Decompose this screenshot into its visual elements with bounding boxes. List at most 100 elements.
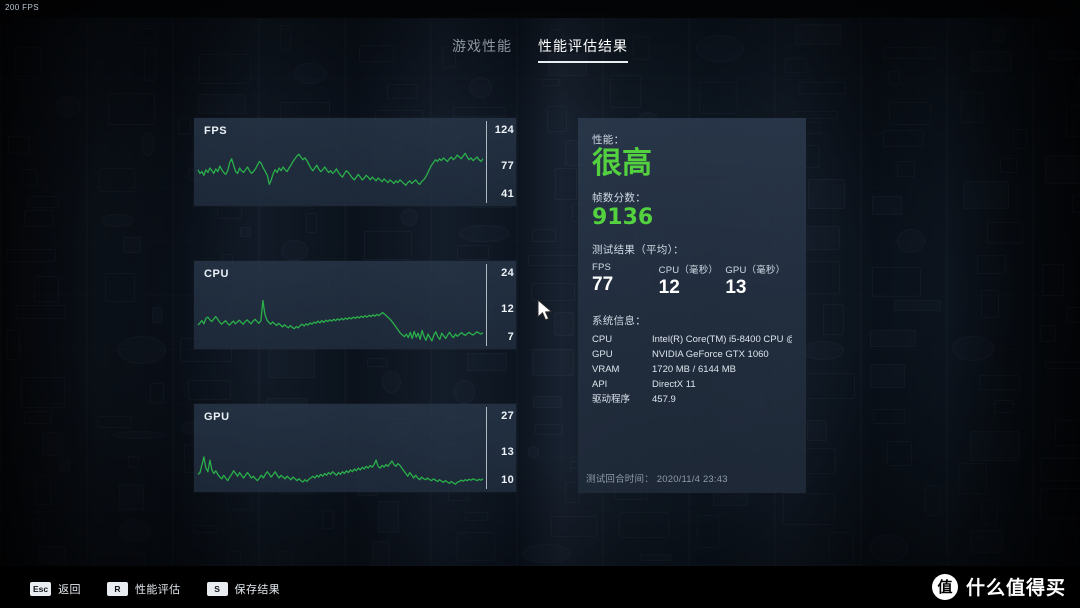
average-results-title: 测试结果（平均）： xyxy=(592,243,684,256)
wall-glyph xyxy=(534,423,564,436)
fps-counter: 200 FPS xyxy=(5,3,39,12)
wall-glyph xyxy=(829,532,854,566)
hint-back-label: 返回 xyxy=(58,583,81,596)
wall-glyph xyxy=(27,195,59,208)
wall-glyph xyxy=(1075,531,1080,549)
watermark-logo-icon: 值 xyxy=(931,573,958,600)
watermark: 值 什么值得买 xyxy=(931,573,1066,600)
wall-glyph xyxy=(305,213,318,233)
system-info-row-api: API DirectX 11 xyxy=(592,377,792,392)
wall-glyph xyxy=(699,81,739,115)
wall-glyph xyxy=(872,195,903,215)
wall-glyph xyxy=(1054,419,1080,446)
wall-glyph xyxy=(783,492,835,526)
chart-gpu-axis xyxy=(486,407,487,489)
wall-glyph xyxy=(1044,155,1080,185)
wall-glyph xyxy=(452,106,506,117)
wall-glyph xyxy=(293,62,328,85)
average-cpu-value: 12 xyxy=(658,276,680,298)
wall-glyph xyxy=(122,236,142,254)
system-info-value-vram: 1720 MB / 6144 MB xyxy=(652,363,736,375)
wall-glyph xyxy=(528,446,540,458)
system-info-value-driver: 457.9 xyxy=(652,393,676,405)
average-fps-value: 77 xyxy=(592,273,614,295)
hint-back[interactable]: Esc 返回 xyxy=(30,581,81,597)
wall-glyph xyxy=(1072,195,1080,214)
wall-glyph xyxy=(1012,128,1028,149)
wall-glyph xyxy=(882,130,924,147)
wall-glyph xyxy=(555,168,578,200)
wall-glyph xyxy=(41,432,64,456)
wall-glyph xyxy=(981,498,998,525)
wall-glyph xyxy=(639,553,671,562)
chart-fps: FPS 124 77 41 xyxy=(194,118,516,206)
wall-glyph-column xyxy=(6,18,80,566)
chart-gpu: GPU 27 13 10 xyxy=(194,404,516,492)
wall-glyph xyxy=(150,383,165,403)
wall-glyph xyxy=(801,341,845,360)
wall-glyph xyxy=(268,347,316,379)
wall-glyph xyxy=(105,273,136,302)
score-label: 帧数分数： xyxy=(592,191,646,204)
background-wall xyxy=(0,18,1080,581)
mouse-cursor-icon xyxy=(537,299,553,321)
chart-cpu: CPU 24 12 7 xyxy=(194,261,516,349)
wall-glyph xyxy=(925,485,942,516)
wall-glyph xyxy=(978,375,1021,390)
system-info-row-cpu: CPU Intel(R) Core(TM) i5-8400 CPU @ 2...… xyxy=(592,332,792,347)
chart-gpu-plot xyxy=(197,456,484,485)
tab-benchmark-results[interactable]: 性能评估结果 xyxy=(538,36,628,63)
wall-glyph xyxy=(107,92,156,126)
key-s: S xyxy=(206,582,228,596)
wall-glyph xyxy=(530,282,575,301)
wall-glyph xyxy=(23,410,53,424)
average-results-row: FPS 77 CPU（毫秒） 12 GPU（毫秒） 13 xyxy=(592,262,792,299)
wall-glyph xyxy=(1000,158,1017,174)
system-info-key-cpu: CPU xyxy=(592,333,613,345)
average-fps-key: FPS xyxy=(592,261,612,273)
average-fps: FPS 77 xyxy=(592,262,659,299)
wall-glyph-column xyxy=(866,18,942,566)
system-info-key-driver: 驱动程序 xyxy=(592,393,631,405)
wall-glyph xyxy=(822,304,845,335)
wall-glyph xyxy=(37,546,66,564)
wall-glyph xyxy=(550,516,598,538)
system-info-value-api: DirectX 11 xyxy=(652,378,696,390)
wall-glyph xyxy=(140,132,155,156)
average-cpu: CPU（毫秒） 12 xyxy=(659,262,726,299)
system-info-key-vram: VRAM xyxy=(592,363,620,375)
average-gpu-key: GPU（毫秒） xyxy=(725,264,786,276)
top-letterbox xyxy=(0,0,1080,18)
tab-bar: 游戏性能 性能评估结果 xyxy=(0,36,1080,63)
wall-glyph xyxy=(522,543,571,564)
chart-gpu-tick-max: 27 xyxy=(501,410,514,422)
wall-glyph xyxy=(96,416,133,428)
wall-glyph xyxy=(980,290,1000,318)
system-info-row-driver: 驱动程序 457.9 xyxy=(592,392,792,407)
wall-glyph xyxy=(873,409,906,424)
tab-game-performance[interactable]: 游戏性能 xyxy=(452,36,512,63)
average-cpu-key: CPU（毫秒） xyxy=(658,264,719,276)
benchmark-timestamp: 测试回合时间： 2020/11/4 23:43 xyxy=(586,471,728,485)
wall-glyph xyxy=(464,511,488,522)
wall-glyph xyxy=(239,226,252,237)
wall-glyph xyxy=(957,463,987,495)
wall-glyph xyxy=(528,255,579,267)
wall-glyph xyxy=(896,160,916,178)
wall-glyph xyxy=(800,226,840,250)
wall-glyph xyxy=(531,349,574,376)
system-info-row-gpu: GPU NVIDIA GeForce GTX 1060 xyxy=(592,347,792,362)
wall-glyph xyxy=(453,379,476,405)
wall-glyph xyxy=(128,455,139,468)
wall-glyph xyxy=(869,533,909,563)
hint-run-benchmark-label: 性能评估 xyxy=(134,583,181,596)
wall-glyph xyxy=(381,370,401,394)
wall-glyph xyxy=(456,244,489,261)
hint-save-results[interactable]: S 保存结果 xyxy=(206,581,281,597)
wall-glyph xyxy=(112,431,166,439)
system-info-key-gpu: GPU xyxy=(592,348,613,360)
hint-run-benchmark[interactable]: R 性能评估 xyxy=(106,581,181,597)
wall-glyph xyxy=(619,511,669,539)
wall-glyph xyxy=(969,530,1004,554)
key-hints: Esc 返回 R 性能评估 S 保存结果 xyxy=(30,581,280,597)
